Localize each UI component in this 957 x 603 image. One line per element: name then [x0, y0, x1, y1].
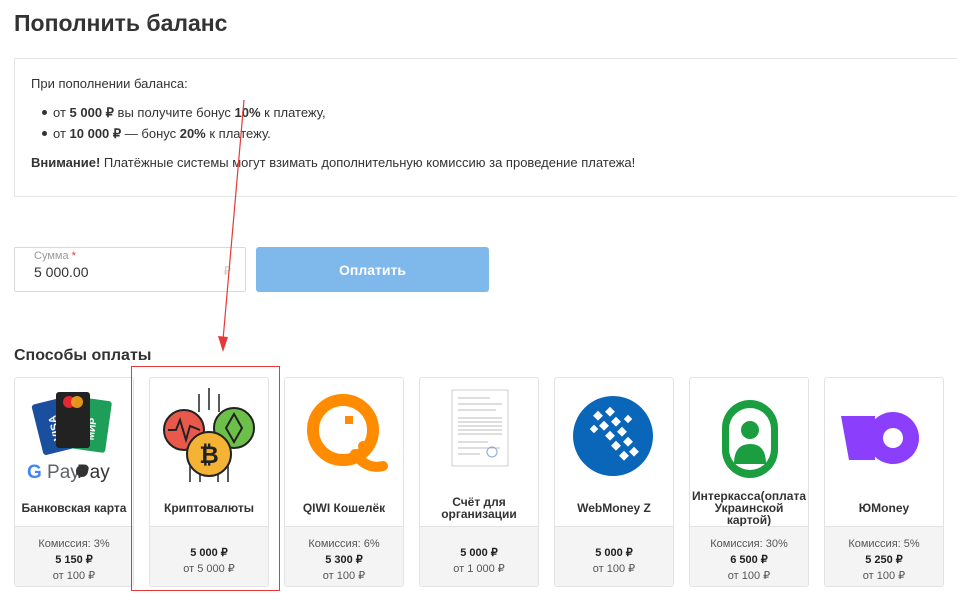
yoomoney-icon — [841, 412, 919, 464]
amount-label: Сумма * — [34, 250, 76, 262]
total-price: 5 300 ₽ — [325, 554, 363, 566]
payment-method-name: Счёт для организации — [441, 495, 517, 521]
min-amount: от 100 ₽ — [52, 570, 96, 582]
amount-field[interactable]: Сумма * ₽ — [14, 247, 246, 292]
payment-method-interkassa[interactable]: Интеркасса(оплата Украинской картой) Ком… — [689, 377, 809, 587]
commission-text: Комиссия: 6% — [308, 538, 380, 550]
qiwi-icon — [307, 394, 388, 472]
interkassa-icon — [722, 400, 778, 478]
webmoney-icon — [573, 396, 653, 476]
total-price: 5 000 ₽ — [460, 547, 498, 559]
commission-text: Комиссия: 30% — [710, 538, 788, 550]
commission-text: Комиссия: 5% — [848, 538, 920, 550]
currency-symbol: ₽ — [223, 264, 231, 278]
payment-method-yoomoney[interactable]: ЮMoney Комиссия: 5% 5 250 ₽ от 100 ₽ — [824, 377, 944, 587]
payment-method-name: QIWI Кошелёк — [302, 501, 386, 515]
commission-text: Комиссия: 3% — [38, 538, 110, 550]
min-amount: от 100 ₽ — [592, 563, 636, 575]
svg-text:G Pay: G Pay — [27, 462, 80, 483]
total-price: 5 000 ₽ — [595, 547, 633, 559]
payment-methods-title: Способы оплаты — [14, 347, 152, 364]
payment-method-webmoney[interactable]: WebMoney Z 5 000 ₽ от 100 ₽ — [554, 377, 674, 587]
payment-method-invoice[interactable]: Счёт для организации 5 000 ₽ от 1 000 ₽ — [419, 377, 539, 587]
min-amount: от 100 ₽ — [727, 570, 771, 582]
total-price: 6 500 ₽ — [730, 554, 768, 566]
invoice-icon — [451, 389, 509, 467]
total-price: 5 250 ₽ — [865, 554, 903, 566]
commission-warning: Внимание! Платёжные системы могут взимат… — [31, 155, 636, 170]
payment-method-qiwi[interactable]: QIWI Кошелёк Комиссия: 6% 5 300 ₽ от 100… — [284, 377, 404, 587]
bonus-intro: При пополнении баланса: — [31, 76, 188, 91]
highlight-box — [131, 366, 280, 591]
amount-input[interactable] — [34, 264, 224, 280]
min-amount: от 100 ₽ — [862, 570, 906, 582]
bank-cards-icon: VISA МИР G Pay Pay — [27, 392, 112, 483]
bonus-list: от 5 000 ₽ вы получите бонус 10% к плате… — [42, 105, 326, 147]
payment-method-bank-card[interactable]: VISA МИР G Pay Pay Банковская карта Коми… — [14, 377, 134, 587]
page-title: Пополнить баланс — [14, 10, 228, 36]
payment-method-name: ЮMoney — [858, 501, 910, 515]
bonus-info-box: При пополнении баланса: от 5 000 ₽ вы по… — [14, 58, 957, 197]
payment-method-name: WebMoney Z — [577, 501, 651, 515]
pay-button[interactable]: Оплатить — [256, 247, 489, 292]
min-amount: от 1 000 ₽ — [453, 563, 505, 575]
payment-method-name: Банковская карта — [21, 501, 127, 515]
total-price: 5 150 ₽ — [55, 554, 93, 566]
bonus-item: от 10 000 ₽ — бонус 20% к платежу. — [42, 126, 326, 141]
bonus-item: от 5 000 ₽ вы получите бонус 10% к плате… — [42, 105, 326, 120]
min-amount: от 100 ₽ — [322, 570, 366, 582]
payment-method-name: Интеркасса(оплата Украинской картой) — [691, 489, 807, 527]
